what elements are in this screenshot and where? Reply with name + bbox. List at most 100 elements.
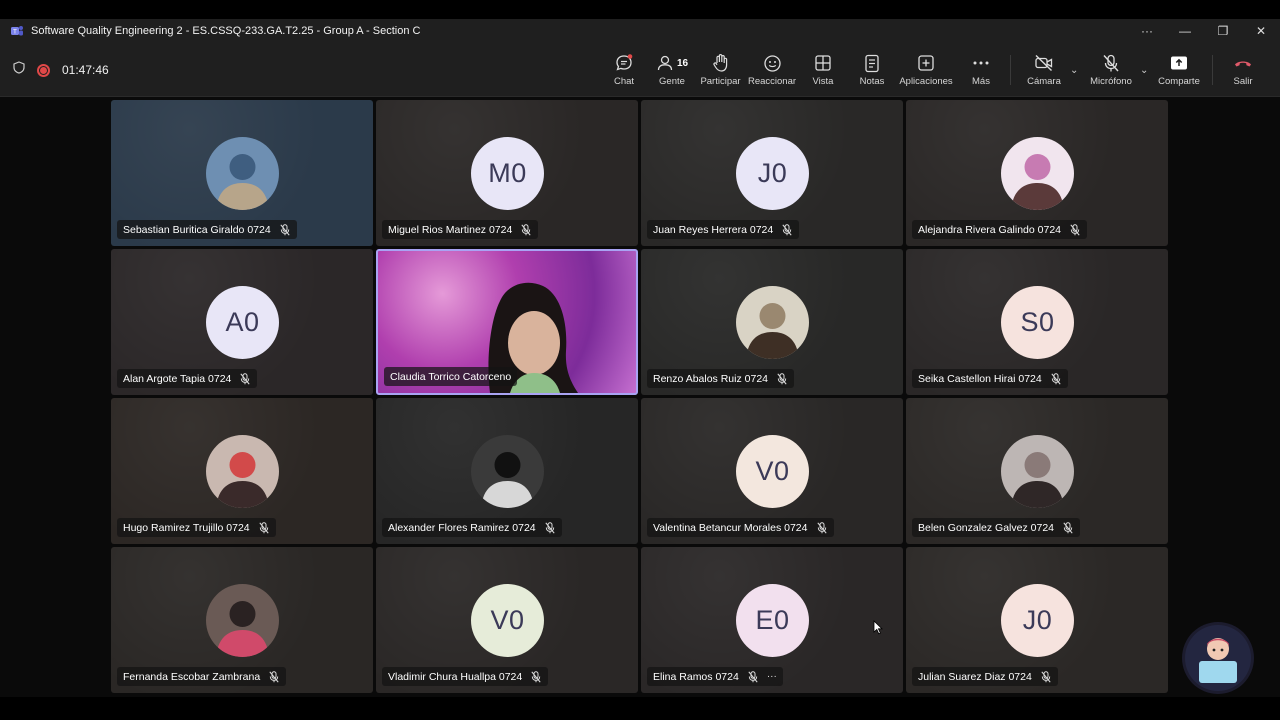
mic-off-icon <box>258 521 270 534</box>
window-controls: ··· — ❐ ✕ <box>1128 19 1280 43</box>
meeting-info: 01:47:46 <box>13 43 109 97</box>
more-button[interactable]: Más <box>966 43 996 97</box>
teams-logo-icon: T <box>10 24 24 38</box>
participant-name-bar: Belen Gonzalez Galvez 0724 <box>912 518 1081 537</box>
participant-tile[interactable]: Belen Gonzalez Galvez 0724 <box>906 398 1168 544</box>
participant-photo <box>206 137 279 210</box>
participant-tile[interactable]: A0 Alan Argote Tapia 0724 <box>111 249 373 395</box>
participant-tile[interactable]: Renzo Abalos Ruiz 0724 <box>641 249 903 395</box>
participant-tile[interactable]: Claudia Torrico Catorceno <box>376 249 638 395</box>
minimize-button[interactable]: — <box>1166 19 1204 43</box>
participant-name: Vladimir Chura Huallpa 0724 <box>388 670 523 683</box>
participant-avatar: V0 <box>471 584 544 657</box>
mic-off-icon <box>520 223 532 236</box>
participant-name: Julian Suarez Diaz 0724 <box>918 670 1032 683</box>
view-button[interactable]: Vista <box>810 43 836 97</box>
participant-name: Sebastian Buritica Giraldo 0724 <box>123 223 271 236</box>
participant-name: Alexander Flores Ramirez 0724 <box>388 521 536 534</box>
react-button[interactable]: Reaccionar <box>747 43 797 97</box>
participant-avatar: J0 <box>736 137 809 210</box>
people-count: 16 <box>676 57 689 69</box>
notes-icon <box>865 54 879 72</box>
participant-avatar: V0 <box>736 435 809 508</box>
camera-button[interactable]: Cámara <box>1026 43 1062 97</box>
participant-tile[interactable]: Fernanda Escobar Zambrana <box>111 547 373 693</box>
participant-name: Renzo Abalos Ruiz 0724 <box>653 372 768 385</box>
microphone-label: Micrófono <box>1090 76 1132 87</box>
assistant-avatar-icon[interactable] <box>1182 622 1254 694</box>
participant-tile[interactable]: Alexander Flores Ramirez 0724 <box>376 398 638 544</box>
participant-tile[interactable]: Hugo Ramirez Trujillo 0724 <box>111 398 373 544</box>
people-button[interactable]: 16 Gente <box>655 43 689 97</box>
toolbar-divider <box>1212 55 1213 85</box>
mic-off-icon <box>268 670 280 683</box>
participant-tile[interactable]: S0 Seika Castellon Hirai 0724 <box>906 249 1168 395</box>
participant-name-bar: Hugo Ramirez Trujillo 0724 <box>117 518 276 537</box>
restore-button[interactable]: ❐ <box>1204 19 1242 43</box>
participant-name: Belen Gonzalez Galvez 0724 <box>918 521 1055 534</box>
mic-options-chevron-icon[interactable]: ⌄ <box>1140 65 1148 76</box>
participant-photo <box>206 584 279 657</box>
raise-hand-button[interactable]: Participar <box>700 43 741 97</box>
share-button[interactable]: Comparte <box>1157 43 1201 97</box>
participant-tile[interactable]: J0 Juan Reyes Herrera 0724 <box>641 100 903 246</box>
participant-name: Valentina Betancur Morales 0724 <box>653 521 808 534</box>
chat-label: Chat <box>613 76 635 87</box>
toolbar-divider <box>1010 55 1011 85</box>
participant-more-icon[interactable]: ··· <box>767 671 777 682</box>
ellipsis-icon <box>973 61 989 65</box>
mic-off-icon <box>776 372 788 385</box>
more-options-icon[interactable]: ··· <box>1128 19 1166 43</box>
participant-name: Seika Castellon Hirai 0724 <box>918 372 1042 385</box>
chat-icon <box>616 54 633 71</box>
recording-icon <box>37 63 50 77</box>
close-button[interactable]: ✕ <box>1242 19 1280 43</box>
title-bar <box>0 0 1280 19</box>
people-icon <box>657 55 673 71</box>
camera-label: Cámara <box>1027 76 1061 87</box>
microphone-button[interactable]: Micrófono <box>1088 43 1134 97</box>
participant-name: Alan Argote Tapia 0724 <box>123 372 232 385</box>
participant-name-bar: Sebastian Buritica Giraldo 0724 <box>117 220 297 239</box>
apps-label: Aplicaciones <box>899 76 953 87</box>
participant-photo <box>471 435 544 508</box>
window-title: Software Quality Engineering 2 - ES.CSSQ… <box>31 25 421 37</box>
share-screen-icon <box>1171 56 1187 70</box>
raise-hand-icon <box>712 54 727 72</box>
participant-tile[interactable]: E0 Elina Ramos 0724 ··· <box>641 547 903 693</box>
leave-label: Salir <box>1233 76 1253 87</box>
participant-name-bar: Julian Suarez Diaz 0724 <box>912 667 1058 686</box>
participant-name-bar: Alan Argote Tapia 0724 <box>117 369 258 388</box>
mic-off-icon <box>544 521 556 534</box>
notes-button[interactable]: Notas <box>857 43 887 97</box>
share-label: Comparte <box>1158 76 1200 87</box>
participant-photo <box>1001 435 1074 508</box>
participant-grid: Sebastian Buritica Giraldo 0724 M0 Miguel … <box>111 100 1170 694</box>
mic-off-icon <box>1103 54 1119 71</box>
leave-button[interactable]: Salir <box>1228 43 1258 97</box>
mouse-cursor-icon <box>873 620 883 640</box>
participant-tile[interactable]: V0 Vladimir Chura Huallpa 0724 <box>376 547 638 693</box>
mic-off-icon <box>279 223 291 236</box>
shield-icon[interactable] <box>13 61 25 79</box>
participant-tile[interactable]: J0 Julian Suarez Diaz 0724 <box>906 547 1168 693</box>
camera-options-chevron-icon[interactable]: ⌄ <box>1070 65 1078 76</box>
participant-tile[interactable]: V0 Valentina Betancur Morales 0724 <box>641 398 903 544</box>
mic-off-icon <box>1050 372 1062 385</box>
smiley-icon <box>763 54 781 72</box>
participant-name-bar: Alejandra Rivera Galindo 0724 <box>912 220 1088 239</box>
participant-name-bar: Juan Reyes Herrera 0724 <box>647 220 800 239</box>
participant-tile[interactable]: Alejandra Rivera Galindo 0724 <box>906 100 1168 246</box>
add-app-icon <box>918 55 934 71</box>
apps-button[interactable]: Aplicaciones <box>898 43 954 97</box>
chat-button[interactable]: Chat <box>610 43 638 97</box>
participant-photo <box>206 435 279 508</box>
participant-tile[interactable]: Sebastian Buritica Giraldo 0724 <box>111 100 373 246</box>
participant-tile[interactable]: M0 Miguel Rios Martinez 0724 <box>376 100 638 246</box>
react-label: Reaccionar <box>747 76 797 87</box>
participant-avatar: J0 <box>1001 584 1074 657</box>
mic-off-icon <box>530 670 542 683</box>
participant-name: Juan Reyes Herrera 0724 <box>653 223 774 236</box>
participant-name-bar: Vladimir Chura Huallpa 0724 <box>382 667 549 686</box>
mic-off-icon <box>1062 521 1074 534</box>
